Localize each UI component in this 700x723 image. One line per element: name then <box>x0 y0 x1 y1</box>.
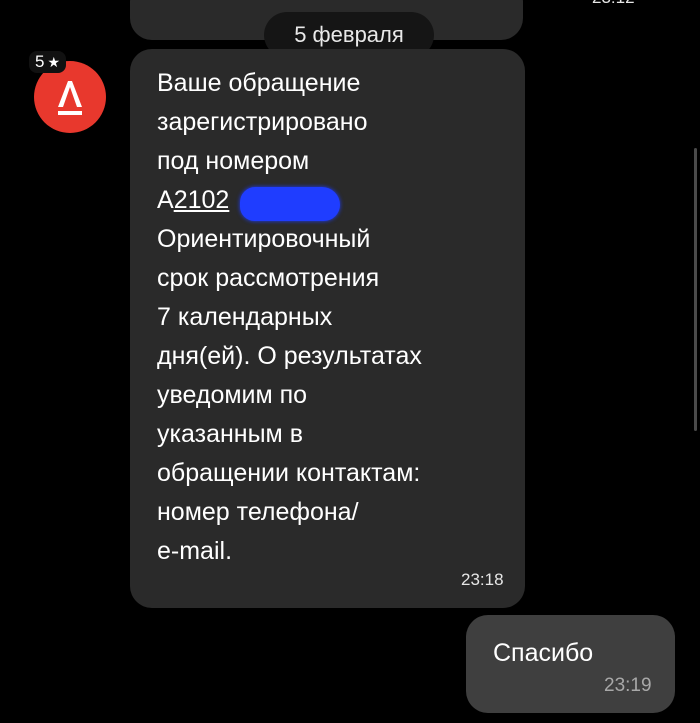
request-number-link[interactable]: 2102 <box>174 186 230 214</box>
previous-message-time: 23:12 <box>592 0 635 8</box>
message-line: 7 календарных <box>157 303 333 331</box>
incoming-message-bubble[interactable]: Ваше обращение зарегистрировано под номе… <box>130 49 525 608</box>
message-line: Ориентировочный <box>157 225 371 253</box>
outgoing-message-bubble[interactable]: Спасибо 23:19 <box>466 615 675 713</box>
request-number-prefix: А <box>157 186 174 214</box>
message-line: зарегистрировано <box>157 108 368 136</box>
message-line: номер телефона/ <box>157 498 359 526</box>
outgoing-message-time: 23:19 <box>604 675 652 696</box>
rating-value: 5 <box>35 52 45 71</box>
message-line: обращении контактам: <box>157 459 421 487</box>
redaction-mark <box>240 187 340 221</box>
scrollbar[interactable] <box>694 148 697 431</box>
message-line: уведомим по <box>157 381 308 409</box>
logo-letter-shape <box>58 81 82 107</box>
message-line: под номером <box>157 147 310 175</box>
message-line: Ваше обращение <box>157 69 361 97</box>
incoming-message-time: 23:18 <box>461 570 504 589</box>
message-line: e-mail. <box>157 537 233 565</box>
outgoing-message-text: Спасибо <box>493 639 594 667</box>
logo-underline <box>58 111 82 115</box>
request-number-line: А2102 <box>157 185 229 215</box>
rating-badge: 5 ★ <box>29 51 67 73</box>
message-line: указанным в <box>157 420 303 448</box>
star-icon: ★ <box>47 54 61 70</box>
message-line: срок рассмотрения <box>157 264 380 292</box>
message-line: дня(ей). О результатах <box>157 342 422 370</box>
